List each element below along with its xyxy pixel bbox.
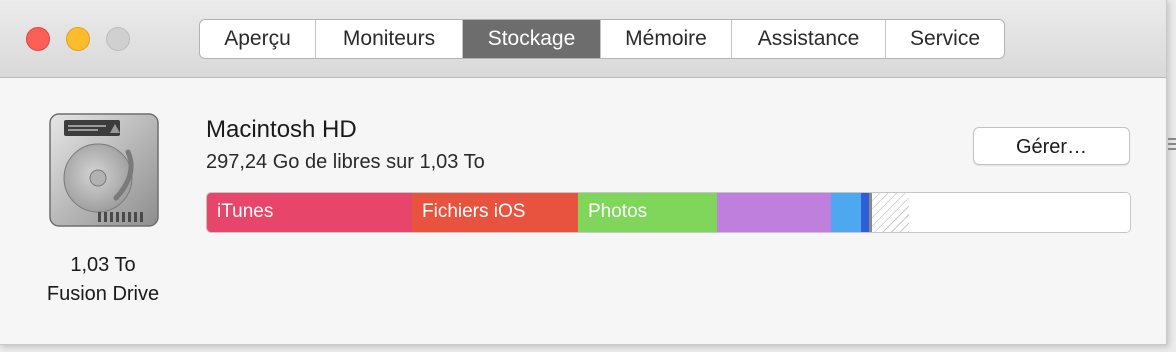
minimize-button[interactable] (66, 27, 90, 51)
volume-name: Macintosh HD (206, 116, 357, 143)
storage-segment-label: Photos (588, 201, 648, 222)
storage-segment-label: Fichiers iOS (422, 201, 526, 222)
close-button[interactable] (26, 27, 50, 51)
tab-memoire[interactable]: Mémoire (601, 20, 732, 58)
window-edge-grip[interactable] (1168, 138, 1176, 158)
volume-free-space: 297,24 Go de libres sur 1,03 To (206, 151, 485, 173)
zoom-button[interactable] (106, 27, 130, 51)
tab-stockage[interactable]: Stockage (463, 20, 601, 58)
tab-service[interactable]: Service (886, 20, 1004, 58)
tab-assistance[interactable]: Assistance (732, 20, 886, 58)
title-bar: Aperçu Moniteurs Stockage Mémoire Assist… (0, 0, 1166, 78)
tab-apercu[interactable]: Aperçu (200, 20, 316, 58)
storage-segment-4[interactable] (831, 193, 861, 232)
tab-moniteurs[interactable]: Moniteurs (316, 20, 463, 58)
storage-segment-5[interactable] (861, 193, 869, 232)
storage-window: Aperçu Moniteurs Stockage Mémoire Assist… (0, 0, 1167, 345)
disk-size: 1,03 To (70, 254, 136, 276)
storage-segment-itunes[interactable]: iTunes (207, 193, 412, 232)
storage-segment-8[interactable] (909, 193, 1130, 232)
hard-drive-icon (49, 113, 159, 227)
manage-button[interactable]: Gérer… (973, 127, 1130, 165)
storage-segment-3[interactable] (717, 193, 831, 232)
storage-segment-fichiers-ios[interactable]: Fichiers iOS (412, 193, 578, 232)
disk-type: Fusion Drive (46, 283, 160, 305)
storage-usage-bar: iTunes Fichiers iOS Photos (206, 192, 1131, 233)
storage-segment-photos[interactable]: Photos (578, 193, 717, 232)
tab-bar: Aperçu Moniteurs Stockage Mémoire Assist… (199, 19, 1005, 59)
storage-segment-7[interactable] (872, 193, 909, 232)
storage-segment-label: iTunes (217, 201, 274, 222)
